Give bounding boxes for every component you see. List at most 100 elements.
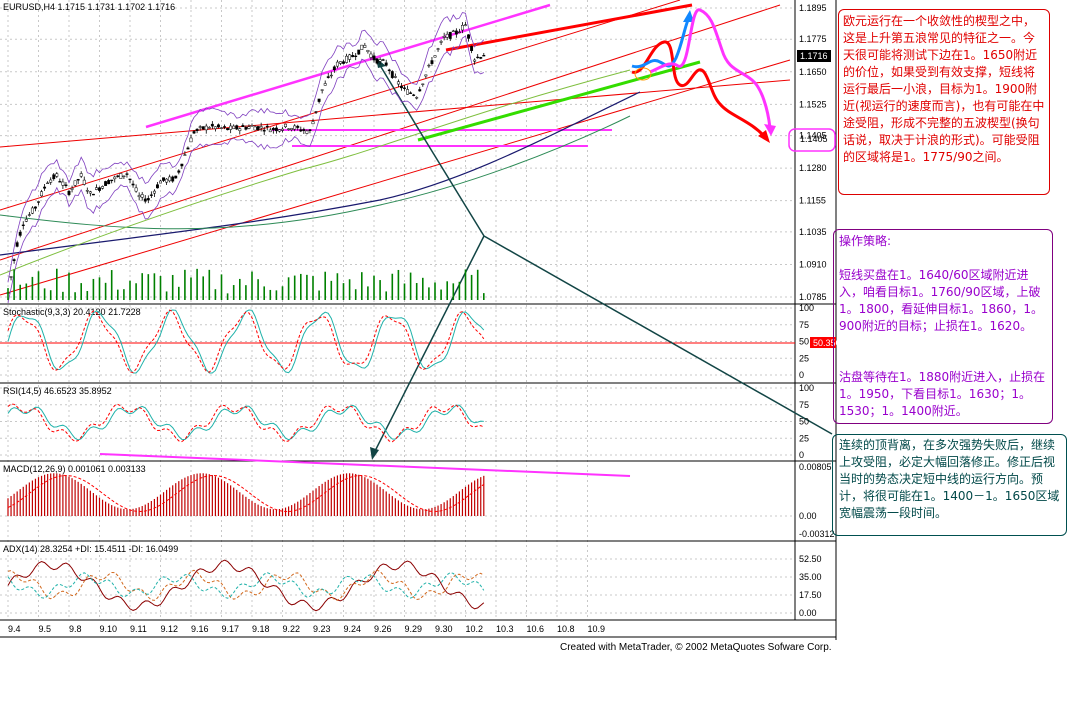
- candle-body: [461, 25, 464, 31]
- candle-body: [482, 55, 486, 57]
- candle-body: [165, 178, 169, 183]
- x-tick-label: 9.11: [130, 624, 147, 634]
- candle-body: [46, 182, 50, 184]
- volume-bar: [62, 291, 64, 300]
- volume-bar: [123, 289, 125, 300]
- arrow-head-macd: [370, 447, 379, 460]
- candle-body: [268, 129, 272, 133]
- candle-body: [174, 175, 178, 179]
- candle-body: [329, 74, 333, 77]
- candle-body: [265, 125, 269, 128]
- stoch-pane-title: Stochastic(9,3,3) 20.4120 21.7228: [3, 307, 141, 317]
- price-tick-label: 1.1405: [799, 131, 827, 141]
- x-tick-label: 9.22: [283, 624, 301, 634]
- candle-body: [287, 128, 291, 130]
- candle-body: [464, 24, 467, 26]
- candle-body: [149, 194, 153, 196]
- volume-bar: [367, 286, 369, 300]
- candle-body: [259, 126, 263, 129]
- volume-bar: [342, 283, 345, 300]
- candle-body: [21, 224, 25, 226]
- candle-body: [52, 174, 56, 180]
- volume-bar: [251, 271, 253, 300]
- candle-body: [302, 129, 306, 131]
- candle-body: [37, 201, 40, 203]
- candle-body: [64, 184, 68, 186]
- volume-bar: [415, 283, 418, 300]
- macd-tick-label: 0.00805: [799, 462, 832, 472]
- candle-body: [314, 111, 318, 113]
- candle-body: [326, 76, 330, 78]
- candle-body: [146, 198, 150, 201]
- macd-pane-title: MACD(12,26,9) 0.001061 0.003133: [3, 464, 146, 474]
- volume-bar: [92, 278, 95, 300]
- candle-body: [140, 194, 144, 198]
- candle-body: [375, 58, 379, 64]
- candle-body: [95, 187, 98, 190]
- price-tick-label: 1.0785: [799, 292, 827, 302]
- candle-body: [125, 173, 129, 175]
- x-tick-label: 10.3: [496, 624, 514, 634]
- osc-tick-label: 17.50: [799, 590, 822, 600]
- candle-body: [88, 191, 92, 194]
- candle-body: [451, 30, 455, 32]
- volume-bar: [159, 275, 162, 300]
- candle-body: [366, 50, 370, 52]
- candle-body: [354, 55, 358, 57]
- candle-body: [192, 131, 196, 134]
- candle-body: [387, 69, 391, 72]
- arrow-diagonal-to-macd: [371, 235, 485, 458]
- volume-bar: [68, 272, 70, 300]
- candle-body: [476, 56, 480, 59]
- candle-body: [244, 127, 248, 130]
- candle-body: [122, 175, 126, 177]
- price-tick-label: 1.0910: [799, 259, 827, 269]
- candle-body: [241, 125, 245, 127]
- candle-body: [162, 177, 166, 181]
- volume-bar: [324, 271, 326, 300]
- candle-body: [396, 81, 400, 85]
- candle-body: [30, 207, 34, 214]
- price-tick-label: 1.1895: [799, 3, 827, 13]
- main-pane-title: EURUSD,H4 1.1715 1.1731 1.1702 1.1716: [3, 2, 175, 12]
- candle-body: [27, 214, 31, 216]
- candle-body: [363, 45, 367, 48]
- volume-bar: [306, 274, 308, 300]
- candle-body: [131, 183, 135, 186]
- minus-di-line: [7, 572, 485, 599]
- volume-bar: [403, 283, 406, 300]
- rsi-signal-line: [7, 403, 485, 443]
- volume-bar: [214, 289, 217, 300]
- candle-body: [82, 179, 86, 185]
- x-tick-label: 9.12: [161, 624, 179, 634]
- candle-body: [403, 87, 406, 89]
- volume-bar: [190, 277, 192, 300]
- candle-body: [213, 126, 217, 130]
- annotation-box-wedge-analysis: 欧元运行在一个收敛性的楔型之中，这是上升第五浪常见的特征之一。今天很可能将测试下…: [838, 9, 1050, 195]
- candle-body: [61, 181, 65, 186]
- candle-body: [427, 64, 431, 67]
- x-tick-label: 9.23: [313, 624, 331, 634]
- candle-body: [274, 127, 278, 132]
- volume-bar: [245, 285, 247, 300]
- candle-body: [369, 53, 373, 58]
- volume-bar: [391, 273, 394, 300]
- volume-bar: [452, 283, 455, 300]
- volume-bar: [86, 291, 89, 300]
- candle-body: [40, 191, 43, 197]
- projection-red: [631, 40, 768, 140]
- candle-body: [320, 89, 324, 91]
- candle-body: [152, 190, 156, 194]
- x-tick-label: 9.10: [100, 624, 118, 634]
- adx-line: [7, 559, 485, 612]
- candle-body: [177, 170, 181, 173]
- candle-body: [278, 129, 281, 132]
- volume-bar: [208, 269, 211, 300]
- candle-body: [9, 276, 13, 278]
- x-tick-label: 9.17: [222, 624, 240, 634]
- volume-bar: [397, 269, 400, 300]
- candle-body: [12, 259, 16, 261]
- candle-body: [91, 193, 95, 196]
- candle-body: [454, 30, 458, 35]
- candle-body: [168, 176, 172, 182]
